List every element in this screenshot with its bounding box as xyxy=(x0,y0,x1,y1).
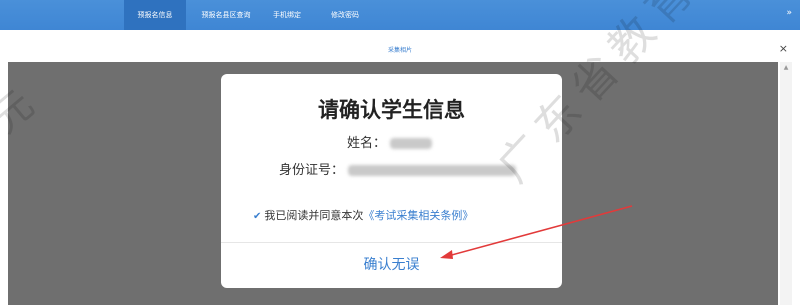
blurred-id-number-value xyxy=(348,165,517,176)
double-arrow-right-icon[interactable]: » xyxy=(786,8,792,18)
confirm-button[interactable]: 确认无误 xyxy=(221,243,562,288)
tab-pre-registration-info[interactable]: 预报名信息 xyxy=(124,0,186,30)
confirm-student-info-modal: 请确认学生信息 姓名： 身份证号： ✔ 我已阅读并同意本次《考试采集相关条例》 确… xyxy=(221,74,562,288)
top-navigation-bar: 预报名信息 预报名县区查询 手机绑定 修改密码 » xyxy=(0,0,800,30)
agreement-row: ✔ 我已阅读并同意本次《考试采集相关条例》 xyxy=(253,207,473,223)
tab-change-password[interactable]: 修改密码 xyxy=(316,0,374,30)
checkbox-checked-icon[interactable]: ✔ xyxy=(253,211,261,222)
tab-phone-binding[interactable]: 手机绑定 xyxy=(262,0,312,30)
outer-dialog-title: 采集相片 xyxy=(387,47,412,54)
regulations-link[interactable]: 《考试采集相关条例》 xyxy=(363,209,473,222)
id-number-label: 身份证号： xyxy=(279,163,345,178)
name-label: 姓名： xyxy=(347,136,387,151)
blurred-name-value xyxy=(390,138,433,149)
modal-title: 请确认学生信息 xyxy=(318,98,465,122)
tab-county-query[interactable]: 预报名县区查询 xyxy=(194,0,258,30)
student-name-row: 姓名： xyxy=(347,132,433,151)
scrollbar[interactable]: ▲ xyxy=(780,62,792,305)
close-icon[interactable]: × xyxy=(779,42,788,55)
scroll-up-icon[interactable]: ▲ xyxy=(780,64,792,71)
student-id-row: 身份证号： xyxy=(279,159,517,178)
agreement-text: 我已阅读并同意本次 xyxy=(264,209,364,222)
